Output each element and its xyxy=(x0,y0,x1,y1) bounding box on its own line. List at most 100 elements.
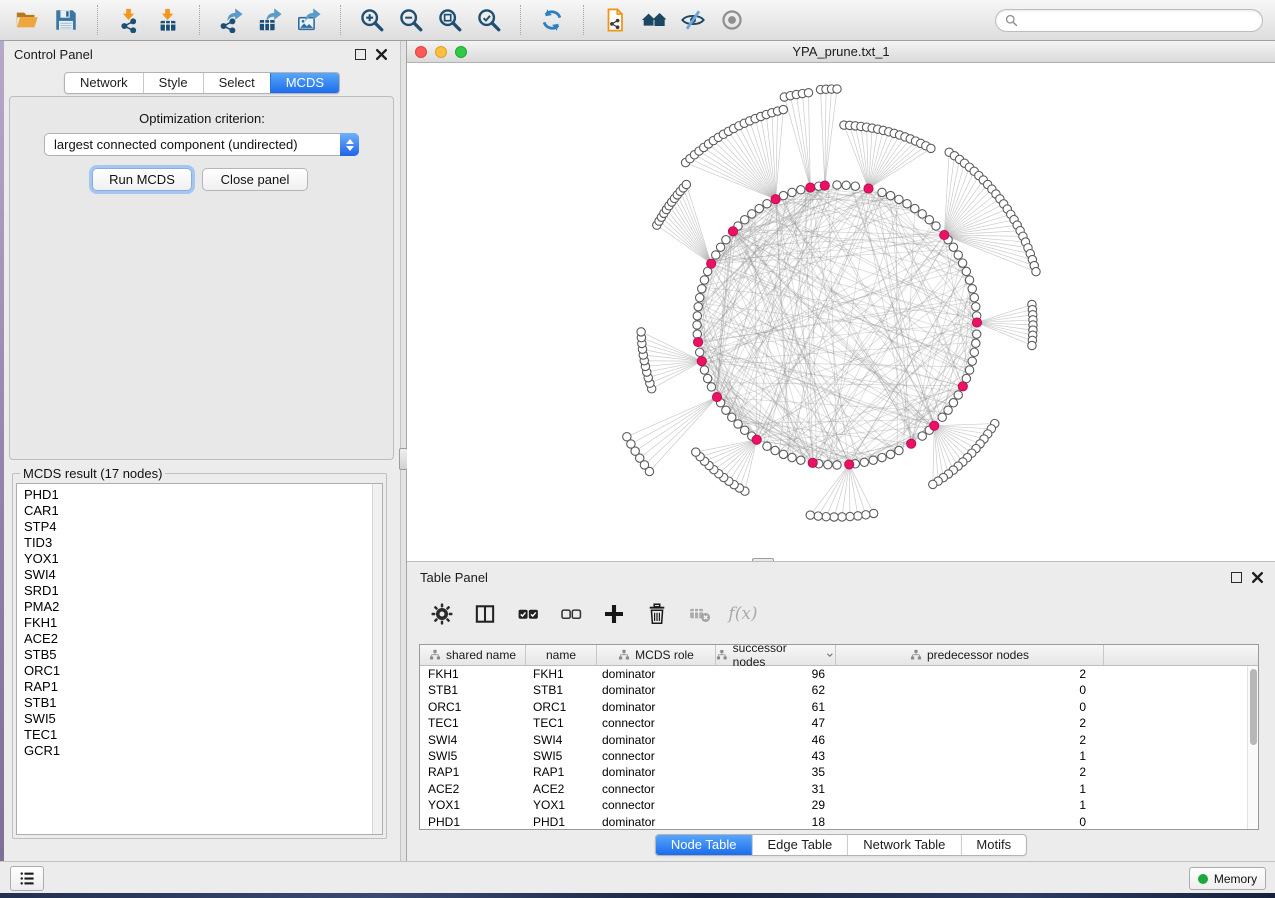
table-row[interactable]: SWI4SWI4dominator462 xyxy=(420,732,1258,748)
mcds-result-item[interactable]: TEC1 xyxy=(24,727,382,743)
mcds-result-item[interactable]: ACE2 xyxy=(24,631,382,647)
memory-button[interactable]: Memory xyxy=(1189,867,1266,890)
deselect-all-button[interactable] xyxy=(558,601,584,627)
save-session-button[interactable] xyxy=(51,5,81,35)
table-row[interactable]: FKH1FKH1dominator962 xyxy=(420,666,1258,682)
zoom-out-button[interactable] xyxy=(396,5,426,35)
table-tabbar: Node Table Edge Table Network Table Moti… xyxy=(655,834,1027,856)
mcds-result-item[interactable]: SWI5 xyxy=(24,711,382,727)
table-scrollbar-thumb[interactable] xyxy=(1250,669,1257,745)
network-window-titlebar[interactable]: YPA_prune.txt_1 xyxy=(407,41,1275,63)
table-row[interactable]: TEC1TEC1connector472 xyxy=(420,715,1258,731)
mcds-result-item[interactable]: TID3 xyxy=(24,535,382,551)
show-columns-button[interactable] xyxy=(472,601,498,627)
import-network-button[interactable] xyxy=(114,5,144,35)
column-header-successor-nodes[interactable]: successor nodes xyxy=(716,645,836,665)
network-canvas[interactable] xyxy=(407,63,1275,561)
column-header-filler xyxy=(1104,645,1258,665)
float-panel-icon[interactable] xyxy=(355,49,366,60)
zoom-in-button[interactable] xyxy=(357,5,387,35)
zoom-selected-button[interactable] xyxy=(474,5,504,35)
table-row[interactable]: ACE2ACE2connector311 xyxy=(420,781,1258,797)
table-row[interactable]: PHD1PHD1dominator180 xyxy=(420,814,1258,830)
node-table[interactable]: shared name name MCDS rolesuccessor nodes p… xyxy=(419,644,1259,830)
table-cell: 2 xyxy=(836,764,1104,780)
table-cell: YOX1 xyxy=(420,797,526,813)
mcds-result-item[interactable]: ORC1 xyxy=(24,663,382,679)
close-table-panel-icon[interactable] xyxy=(1251,571,1264,584)
window-minimize-icon[interactable] xyxy=(435,46,447,58)
column-label: predecessor nodes xyxy=(927,648,1029,662)
optimization-criterion-select[interactable]: largest connected component (undirected) xyxy=(44,133,359,156)
panel-menu-button[interactable] xyxy=(10,866,44,891)
column-header-MCDS-role[interactable]: MCDS role xyxy=(597,645,716,665)
mcds-result-item[interactable]: PHD1 xyxy=(24,487,382,503)
network-graph-svg[interactable] xyxy=(407,63,1275,561)
column-header-predecessor-nodes[interactable]: predecessor nodes xyxy=(836,645,1104,665)
tab-network-table[interactable]: Network Table xyxy=(847,835,960,855)
window-maximize-icon[interactable] xyxy=(455,46,467,58)
table-row[interactable]: ORC1ORC1dominator610 xyxy=(420,699,1258,715)
mcds-result-item[interactable]: GCR1 xyxy=(24,743,382,759)
close-panel-icon[interactable] xyxy=(375,48,388,61)
run-mcds-button[interactable]: Run MCDS xyxy=(92,168,192,191)
table-row[interactable]: STB1STB1dominator620 xyxy=(420,682,1258,698)
tab-mcds[interactable]: MCDS xyxy=(270,73,339,93)
control-panel: Control Panel Network Style Select MCDS … xyxy=(4,41,400,861)
open-file-button[interactable] xyxy=(12,5,42,35)
mcds-result-item[interactable]: RAP1 xyxy=(24,679,382,695)
table-cell: STB1 xyxy=(420,682,526,698)
column-header-shared-name[interactable]: shared name xyxy=(420,645,526,665)
mcds-result-item[interactable]: YOX1 xyxy=(24,551,382,567)
search-box[interactable] xyxy=(995,9,1263,32)
search-input[interactable] xyxy=(1023,13,1253,27)
home-button[interactable] xyxy=(639,5,669,35)
tab-style[interactable]: Style xyxy=(143,73,203,93)
mcds-result-item[interactable]: SWI4 xyxy=(24,567,382,583)
network-view-panel: YPA_prune.txt_1 xyxy=(407,41,1275,561)
table-cell: ORC1 xyxy=(420,699,526,715)
tab-network[interactable]: Network xyxy=(65,73,143,93)
tab-motifs[interactable]: Motifs xyxy=(960,835,1026,855)
import-table-button[interactable] xyxy=(153,5,183,35)
table-cell: 2 xyxy=(836,666,1104,682)
add-row-button[interactable] xyxy=(601,601,627,627)
table-row[interactable]: SWI5SWI5connector431 xyxy=(420,748,1258,764)
mcds-result-item[interactable]: CAR1 xyxy=(24,503,382,519)
column-label: shared name xyxy=(446,648,516,662)
column-label: name xyxy=(546,648,576,662)
table-settings-button[interactable] xyxy=(429,601,455,627)
tab-select[interactable]: Select xyxy=(203,73,270,93)
hide-panel-button[interactable] xyxy=(678,5,708,35)
column-header-name[interactable]: name xyxy=(526,645,597,665)
float-table-panel-icon[interactable] xyxy=(1231,572,1242,583)
table-scrollbar[interactable] xyxy=(1247,666,1258,829)
toolbar-separator xyxy=(340,5,341,35)
tab-node-table[interactable]: Node Table xyxy=(656,835,752,855)
mcds-result-item[interactable]: FKH1 xyxy=(24,615,382,631)
refresh-button[interactable] xyxy=(537,5,567,35)
export-network-button[interactable] xyxy=(216,5,246,35)
table-row[interactable]: RAP1RAP1dominator352 xyxy=(420,764,1258,780)
mcds-result-item[interactable]: STB5 xyxy=(24,647,382,663)
table-cell: 0 xyxy=(836,699,1104,715)
close-panel-button[interactable]: Close panel xyxy=(202,168,308,191)
export-table-button[interactable] xyxy=(255,5,285,35)
mcds-list-scrollbar[interactable] xyxy=(372,484,382,834)
window-close-icon[interactable] xyxy=(415,46,427,58)
table-row[interactable]: YOX1YOX1connector291 xyxy=(420,797,1258,813)
mcds-result-item[interactable]: STP4 xyxy=(24,519,382,535)
zoom-fit-button[interactable] xyxy=(435,5,465,35)
memory-status-dot xyxy=(1198,874,1208,884)
tab-edge-table[interactable]: Edge Table xyxy=(751,835,847,855)
toolbar-separator xyxy=(583,5,584,35)
mcds-result-list[interactable]: PHD1CAR1STP4TID3YOX1SWI4SRD1PMA2FKH1ACE2… xyxy=(16,483,383,835)
delete-row-button[interactable] xyxy=(644,601,670,627)
share-document-button[interactable] xyxy=(600,5,630,35)
export-network-icon xyxy=(218,7,244,33)
mcds-result-item[interactable]: SRD1 xyxy=(24,583,382,599)
mcds-result-item[interactable]: PMA2 xyxy=(24,599,382,615)
mcds-result-item[interactable]: STB1 xyxy=(24,695,382,711)
select-all-button[interactable] xyxy=(515,601,541,627)
export-image-button[interactable] xyxy=(294,5,324,35)
